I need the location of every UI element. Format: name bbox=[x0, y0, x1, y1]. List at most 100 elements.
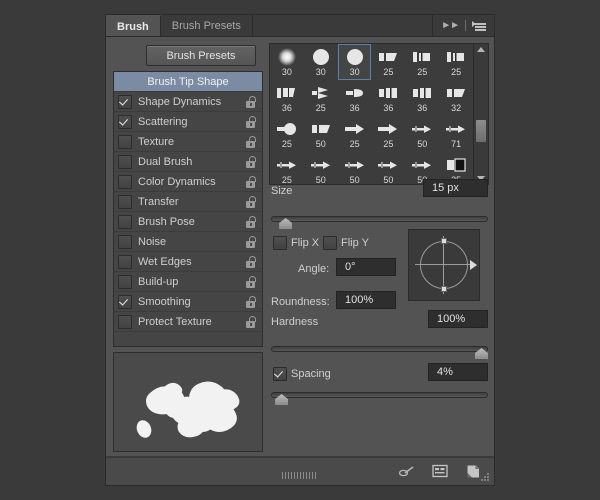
checkbox-build-up[interactable] bbox=[118, 274, 132, 289]
brush-presets-button[interactable]: Brush Presets bbox=[146, 45, 256, 66]
square-block-icon bbox=[445, 155, 467, 175]
sidebar-item-label: Transfer bbox=[138, 195, 179, 208]
brush-tip-cell[interactable]: 50 bbox=[304, 152, 338, 184]
toggle-brush-sampling-icon[interactable] bbox=[398, 464, 416, 480]
brush-tip-cell[interactable]: 25 bbox=[304, 80, 338, 116]
sidebar-item-transfer[interactable]: Transfer bbox=[114, 192, 262, 212]
sidebar-item-smoothing[interactable]: Smoothing bbox=[114, 292, 262, 312]
brush-tip-cell[interactable]: 25 bbox=[439, 44, 473, 80]
sidebar-item-label: Wet Edges bbox=[138, 255, 192, 268]
tab-brush[interactable]: Brush bbox=[106, 15, 161, 36]
spacing-checkbox[interactable] bbox=[273, 367, 287, 381]
panel-grip[interactable] bbox=[282, 472, 318, 479]
size-slider-track[interactable] bbox=[271, 216, 488, 222]
lock-open-icon[interactable] bbox=[245, 115, 256, 128]
flip-y-checkbox[interactable] bbox=[323, 236, 337, 250]
sidebar-item-scattering[interactable]: Scattering bbox=[114, 112, 262, 132]
lock-open-icon[interactable] bbox=[245, 275, 256, 288]
checkbox-transfer[interactable] bbox=[118, 194, 132, 209]
flip-x-checkbox[interactable] bbox=[273, 236, 287, 250]
resize-corner[interactable] bbox=[480, 471, 491, 482]
panel-bottom-bar bbox=[106, 457, 494, 485]
brush-tip-cell[interactable]: 25 bbox=[371, 44, 405, 80]
lock-open-icon[interactable] bbox=[245, 135, 256, 148]
hardness-value-field[interactable]: 100% bbox=[428, 310, 488, 328]
sidebar-item-brush-pose[interactable]: Brush Pose bbox=[114, 212, 262, 232]
brush-grid-scrollbar[interactable] bbox=[473, 44, 488, 184]
brush-tip-cell[interactable]: 71 bbox=[439, 116, 473, 152]
angle-dial-horizontal-axis bbox=[415, 264, 473, 265]
checkbox-texture[interactable] bbox=[118, 134, 132, 149]
scroll-up-icon[interactable] bbox=[474, 44, 488, 55]
spacing-value-field[interactable]: 4% bbox=[428, 363, 488, 381]
lock-open-icon[interactable] bbox=[245, 95, 256, 108]
sidebar-item-texture[interactable]: Texture bbox=[114, 132, 262, 152]
brush-tip-grid[interactable]: 30 30 30 25 25 25 36 25 36 36 36 32 25 50 25 25 50 71 25 50… bbox=[270, 44, 473, 184]
spacing-slider-track[interactable] bbox=[271, 392, 488, 398]
brush-tip-cell[interactable]: 25 bbox=[338, 116, 372, 152]
brush-tip-cell[interactable]: 50 bbox=[304, 116, 338, 152]
brush-tip-cell[interactable]: 50 bbox=[338, 152, 372, 184]
lock-open-icon[interactable] bbox=[245, 235, 256, 248]
brush-tip-grid-panel[interactable]: 30 30 30 25 25 25 36 25 36 36 36 32 25 50 25 25 50 71 25 50… bbox=[269, 43, 489, 185]
checkbox-scattering[interactable] bbox=[118, 114, 132, 129]
angle-value-field[interactable]: 0° bbox=[336, 258, 396, 276]
sidebar-item-label: Noise bbox=[138, 235, 167, 248]
checkbox-dual-brush[interactable] bbox=[118, 154, 132, 169]
brush-tip-cell[interactable]: 36 bbox=[270, 80, 304, 116]
lock-open-icon[interactable] bbox=[245, 175, 256, 188]
checkbox-brush-pose[interactable] bbox=[118, 214, 132, 229]
brush-options-list[interactable]: Brush Tip Shape Shape Dynamics Scattering… bbox=[113, 71, 263, 347]
checkbox-wet-edges[interactable] bbox=[118, 254, 132, 269]
size-value-field[interactable]: 15 px bbox=[423, 179, 488, 197]
sidebar-item-shape-dynamics[interactable]: Shape Dynamics bbox=[114, 92, 262, 112]
sidebar-item-protect-texture[interactable]: Protect Texture bbox=[114, 312, 262, 332]
lock-open-icon[interactable] bbox=[245, 315, 256, 328]
lock-open-icon[interactable] bbox=[245, 215, 256, 228]
sidebar-item-label: Dual Brush bbox=[138, 155, 193, 168]
brush-tip-cell[interactable]: 25 bbox=[270, 116, 304, 152]
scrollbar-thumb[interactable] bbox=[476, 120, 486, 142]
brush-tip-cell[interactable]: 30 bbox=[270, 44, 304, 80]
thin-arrow-icon bbox=[276, 155, 298, 175]
brush-tip-cell[interactable]: 25 bbox=[270, 152, 304, 184]
roundness-handle-bottom[interactable] bbox=[441, 286, 447, 292]
sidebar-item-color-dynamics[interactable]: Color Dynamics bbox=[114, 172, 262, 192]
lock-open-icon[interactable] bbox=[245, 255, 256, 268]
flat-angled-icon bbox=[310, 119, 332, 139]
sidebar-item-dual-brush[interactable]: Dual Brush bbox=[114, 152, 262, 172]
lock-open-icon[interactable] bbox=[245, 155, 256, 168]
tab-brush-presets[interactable]: Brush Presets bbox=[161, 15, 253, 36]
checkbox-protect-texture[interactable] bbox=[118, 314, 132, 329]
sidebar-item-brush-tip-shape[interactable]: Brush Tip Shape bbox=[114, 72, 262, 92]
hardness-label: Hardness bbox=[271, 316, 319, 328]
brush-tip-cell[interactable]: 50 bbox=[371, 152, 405, 184]
brush-tip-cell[interactable]: 25 bbox=[405, 44, 439, 80]
sidebar-item-wet-edges[interactable]: Wet Edges bbox=[114, 252, 262, 272]
hardness-slider-track[interactable] bbox=[271, 346, 488, 352]
angle-pointer-icon[interactable] bbox=[470, 260, 477, 270]
brush-tip-cell[interactable]: 36 bbox=[371, 80, 405, 116]
sidebar-item-build-up[interactable]: Build-up bbox=[114, 272, 262, 292]
brush-tip-cell[interactable]: 36 bbox=[405, 80, 439, 116]
checkbox-color-dynamics[interactable] bbox=[118, 174, 132, 189]
roundness-value-field[interactable]: 100% bbox=[336, 291, 396, 309]
angle-dial-control[interactable] bbox=[408, 229, 480, 301]
lock-open-icon[interactable] bbox=[245, 295, 256, 308]
brush-tip-cell[interactable]: 25 bbox=[371, 116, 405, 152]
checkbox-shape-dynamics[interactable] bbox=[118, 94, 132, 109]
roundness-handle-top[interactable] bbox=[441, 238, 447, 244]
brush-tip-cell[interactable]: 30 bbox=[304, 44, 338, 80]
brush-tip-cell[interactable]: 32 bbox=[439, 80, 473, 116]
checkbox-noise[interactable] bbox=[118, 234, 132, 249]
lock-open-icon[interactable] bbox=[245, 195, 256, 208]
brush-tip-cell[interactable]: 30 bbox=[337, 44, 372, 80]
brush-tip-size: 25 bbox=[383, 139, 394, 149]
brush-tip-cell[interactable]: 50 bbox=[405, 116, 439, 152]
collapse-double-arrow-icon[interactable]: ►► bbox=[441, 20, 460, 31]
open-preset-manager-icon[interactable] bbox=[432, 464, 450, 480]
sidebar-item-noise[interactable]: Noise bbox=[114, 232, 262, 252]
brush-tip-cell[interactable]: 36 bbox=[338, 80, 372, 116]
panel-menu-icon[interactable] bbox=[472, 20, 486, 31]
checkbox-smoothing[interactable] bbox=[118, 294, 132, 309]
